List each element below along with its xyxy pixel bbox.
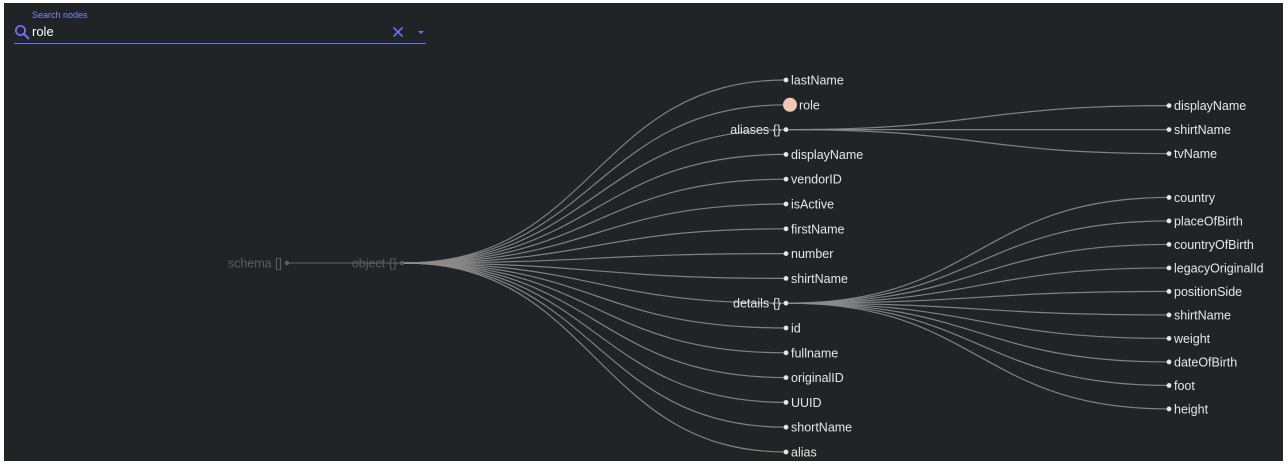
node-dot-details-weight[interactable] — [1166, 336, 1172, 341]
node-shirtname[interactable]: shirtName — [791, 272, 848, 286]
node-dot-shortname[interactable] — [783, 424, 789, 430]
node-dot-details-positionside[interactable] — [1166, 289, 1172, 294]
node-dot-details-country[interactable] — [1166, 195, 1172, 200]
link-object-vendorid — [403, 178, 787, 264]
node-details-foot[interactable]: foot — [1174, 379, 1195, 393]
node-dot-details-legacyoriginalid[interactable] — [1166, 265, 1172, 271]
node-details-legacyoriginalid[interactable]: legacyOriginalId — [1174, 261, 1264, 275]
node-dot-details-countryofbirth[interactable] — [1166, 242, 1172, 247]
node-dot-aliases-tvname[interactable] — [1166, 151, 1172, 157]
node-displayname[interactable]: displayName — [791, 148, 863, 162]
node-dot-details-placeofbirth[interactable] — [1166, 218, 1172, 224]
node-details[interactable]: details {} — [733, 297, 781, 311]
node-dot-details-shirtname[interactable] — [1166, 312, 1172, 318]
link-object-fullname — [403, 262, 787, 354]
node-shortname[interactable]: shortName — [791, 421, 852, 435]
link-details-country — [787, 196, 1170, 304]
highlight-marker[interactable] — [783, 97, 797, 112]
link-object-alias — [403, 262, 787, 453]
node-details-positionside[interactable]: positionSide — [1174, 285, 1242, 299]
node-dot-vendorid[interactable] — [783, 176, 789, 182]
node-dot-firstname[interactable] — [783, 226, 789, 232]
node-dot-uuid[interactable] — [783, 400, 789, 405]
link-object-id — [403, 262, 787, 329]
node-originalid[interactable]: originalID — [791, 371, 844, 385]
node-uuid[interactable]: UUID — [791, 396, 822, 410]
node-aliases-shirtname[interactable]: shirtName — [1174, 123, 1231, 137]
link-details-placeofbirth — [787, 220, 1170, 304]
node-id[interactable]: id — [791, 322, 801, 336]
node-dot-aliases-displayname[interactable] — [1166, 103, 1172, 108]
node-dot-isactive[interactable] — [783, 201, 789, 207]
link-details-height — [787, 302, 1170, 410]
node-dot-schema[interactable] — [284, 260, 290, 266]
node-details-shirtname[interactable]: shirtName — [1174, 308, 1231, 322]
link-object-shortname — [403, 262, 787, 428]
node-aliases-displayname[interactable]: displayName — [1174, 99, 1246, 113]
node-dot-number[interactable] — [783, 251, 789, 256]
node-dot-details[interactable] — [783, 300, 789, 306]
node-alias[interactable]: alias — [791, 446, 817, 460]
node-role[interactable]: role — [799, 98, 820, 112]
link-object-originalid — [403, 262, 787, 379]
node-dot-object[interactable] — [399, 260, 405, 266]
node-number[interactable]: number — [791, 247, 833, 261]
node-schema[interactable]: schema [] — [228, 257, 282, 271]
node-object[interactable]: object {} — [352, 257, 397, 271]
link-object-uuid — [403, 262, 787, 403]
node-dot-lastname[interactable] — [783, 77, 789, 83]
node-dot-aliases-shirtname[interactable] — [1166, 127, 1172, 132]
node-dot-aliases[interactable] — [783, 127, 789, 132]
node-isactive[interactable]: isActive — [791, 198, 834, 212]
link-aliases-displayname — [787, 105, 1170, 131]
link-details-dateofbirth — [787, 302, 1170, 363]
schema-tree: schema [] object {} lastName role aliases {}… — [228, 74, 1264, 460]
node-lastname[interactable]: lastName — [791, 74, 844, 88]
node-details-weight[interactable]: weight — [1173, 332, 1211, 346]
node-dot-alias[interactable] — [783, 449, 789, 455]
node-vendorid[interactable]: vendorID — [791, 173, 842, 187]
link-object-lastname — [403, 79, 787, 264]
node-details-placeofbirth[interactable]: placeOfBirth — [1174, 214, 1243, 228]
schema-tree-panel: Search nodes schema []object {}lastNamer… — [4, 3, 1283, 461]
node-dot-id[interactable] — [783, 325, 789, 331]
node-dot-details-dateofbirth[interactable] — [1166, 359, 1172, 365]
link-details-foot — [787, 302, 1170, 387]
node-details-countryofbirth[interactable]: countryOfBirth — [1174, 238, 1254, 252]
link-object-aliases — [403, 129, 787, 264]
node-dot-details-foot[interactable] — [1166, 383, 1172, 388]
node-dot-displayname[interactable] — [783, 152, 789, 157]
node-details-country[interactable]: country — [1174, 191, 1216, 205]
node-details-dateofbirth[interactable]: dateOfBirth — [1174, 355, 1237, 369]
link-object-role — [403, 104, 787, 264]
node-details-height[interactable]: height — [1174, 402, 1209, 416]
node-dot-shirtname[interactable] — [783, 276, 789, 281]
node-dot-fullname[interactable] — [783, 350, 789, 356]
node-aliases-tvname[interactable]: tvName — [1174, 147, 1217, 161]
node-fullname[interactable]: fullname — [791, 346, 838, 360]
node-dot-originalid[interactable] — [783, 375, 789, 380]
node-dot-details-height[interactable] — [1166, 406, 1172, 412]
node-aliases[interactable]: aliases {} — [730, 123, 781, 137]
node-firstname[interactable]: firstName — [791, 222, 845, 236]
